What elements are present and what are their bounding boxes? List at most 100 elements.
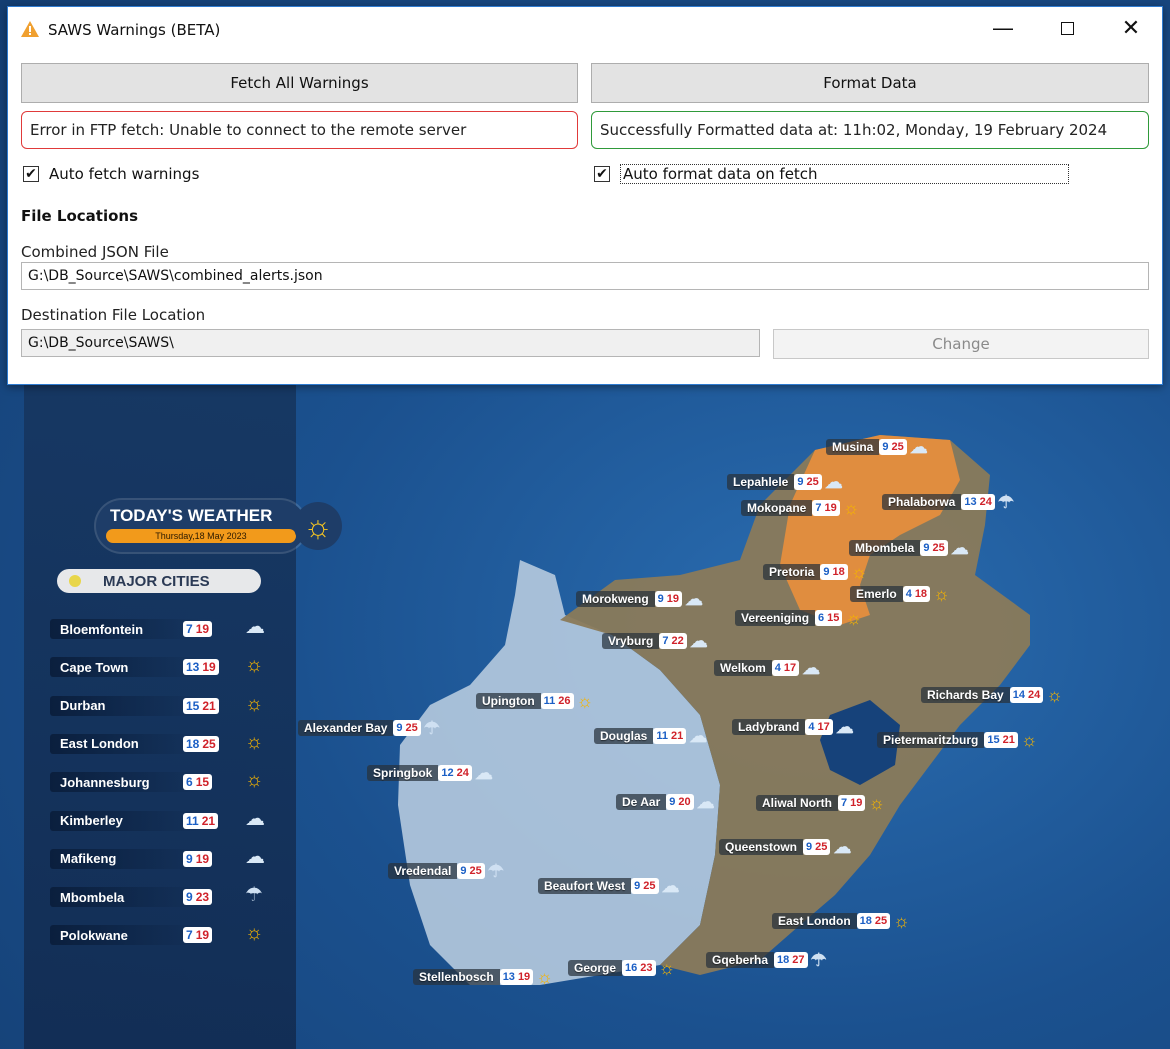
city-name: Cape Town bbox=[60, 659, 129, 675]
sun-icon: ☼ bbox=[245, 730, 264, 753]
min-temp: 9 bbox=[923, 541, 930, 554]
temperature-badge: 11 21 bbox=[653, 727, 687, 744]
max-temp: 25 bbox=[806, 475, 819, 488]
map-city-label: Welkom 4 17 ☁ bbox=[714, 659, 820, 677]
min-temp: 4 bbox=[774, 661, 781, 674]
change-button[interactable]: Change bbox=[773, 329, 1149, 359]
min-temp: 18 bbox=[186, 736, 200, 751]
major-city-row: Mafikeng 9 19 ☁ bbox=[50, 847, 270, 871]
min-temp: 7 bbox=[841, 796, 848, 809]
min-temp: 9 bbox=[797, 475, 804, 488]
city-name: Alexander Bay bbox=[298, 719, 394, 736]
minimize-button[interactable]: ― bbox=[972, 7, 1034, 49]
map-city-label: Upington 11 26 ☼ bbox=[476, 692, 593, 710]
checkbox-check-icon[interactable]: ✔ bbox=[594, 166, 610, 182]
auto-format-checkbox[interactable]: ✔ Auto format data on fetch bbox=[594, 164, 1069, 184]
city-name: De Aar bbox=[616, 793, 667, 810]
city-name: Musina bbox=[826, 438, 880, 455]
max-temp: 18 bbox=[832, 565, 845, 578]
city-name: Phalaborwa bbox=[882, 493, 962, 510]
max-temp: 22 bbox=[671, 634, 684, 647]
city-name: Beaufort West bbox=[538, 877, 632, 894]
map-city-label: Douglas 11 21 ☁ bbox=[594, 727, 707, 745]
min-temp: 15 bbox=[186, 698, 200, 713]
temperature-badge: 15 21 bbox=[984, 731, 1018, 748]
map-city-label: De Aar 9 20 ☁ bbox=[616, 793, 715, 811]
map-city-label: Pietermaritzburg 15 21 ☼ bbox=[877, 731, 1037, 749]
city-name: Queenstown bbox=[719, 838, 804, 855]
sun-icon: ☼ bbox=[850, 561, 868, 582]
map-city-label: Queenstown 9 25 ☁ bbox=[719, 838, 851, 856]
close-button[interactable]: ✕ bbox=[1100, 7, 1162, 49]
checkbox-check-icon[interactable]: ✔ bbox=[23, 166, 39, 182]
city-name: Mafikeng bbox=[60, 851, 117, 867]
city-name: Ladybrand bbox=[732, 718, 806, 735]
map-city-label: Richards Bay 14 24 ☼ bbox=[921, 686, 1063, 704]
map-city-label: Phalaborwa 13 24 ☂ bbox=[882, 491, 1014, 512]
max-temp: 24 bbox=[979, 495, 992, 508]
max-temp: 25 bbox=[874, 914, 888, 927]
map-city-label: Vredendal 9 25 ☂ bbox=[388, 862, 504, 880]
min-temp: 7 bbox=[186, 928, 193, 943]
map-city-label: Springbok 12 24 ☁ bbox=[367, 762, 493, 783]
min-temp: 11 bbox=[186, 813, 199, 828]
sun-icon: ☼ bbox=[245, 769, 264, 792]
map-city-label: Vryburg 7 22 ☁ bbox=[602, 632, 708, 650]
file-locations-heading: File Locations bbox=[21, 207, 139, 225]
min-temp: 9 bbox=[186, 890, 193, 905]
rain-icon: ☂ bbox=[997, 491, 1014, 512]
min-temp: 7 bbox=[815, 501, 822, 514]
city-name: East London bbox=[772, 912, 857, 929]
sun-icon: ☼ bbox=[294, 502, 342, 550]
temperature-badge: 15 21 bbox=[183, 697, 219, 714]
max-temp: 21 bbox=[1002, 733, 1015, 746]
temperature-badge: 9 25 bbox=[457, 862, 485, 879]
min-temp: 12 bbox=[441, 766, 454, 779]
auto-fetch-checkbox[interactable]: ✔ Auto fetch warnings bbox=[23, 164, 199, 184]
max-temp: 19 bbox=[824, 501, 837, 514]
temperature-badge: 12 24 bbox=[438, 764, 472, 781]
max-temp: 19 bbox=[202, 660, 216, 675]
map-city-label: Musina 9 25 ☁ bbox=[826, 438, 928, 456]
min-temp: 7 bbox=[186, 622, 193, 636]
title-bar[interactable]: SAWS Warnings (BETA) ― ✕ bbox=[8, 7, 1162, 49]
min-temp: 9 bbox=[634, 879, 641, 892]
max-temp: 15 bbox=[195, 775, 210, 790]
min-temp: 9 bbox=[396, 721, 403, 734]
min-temp: 11 bbox=[656, 729, 668, 742]
max-temp: 21 bbox=[670, 729, 684, 742]
destination-label: Destination File Location bbox=[21, 306, 206, 324]
city-name: Stellenbosch bbox=[413, 968, 500, 985]
todays-weather-badge: TODAY'S WEATHER Thursday,18 May 2023 ☼ bbox=[96, 500, 342, 552]
sun-icon: ☼ bbox=[245, 654, 264, 677]
map-city-label: Mbombela 9 25 ☁ bbox=[849, 537, 969, 558]
temperature-badge: 7 22 bbox=[659, 632, 687, 649]
format-data-button[interactable]: Format Data bbox=[591, 63, 1149, 103]
city-name: Kimberley bbox=[60, 813, 123, 828]
cloud-icon: ☁ bbox=[950, 537, 969, 558]
city-name: Vredendal bbox=[388, 862, 458, 879]
major-city-row: Kimberley 11 21 ☁ bbox=[50, 809, 270, 833]
fetch-all-warnings-button[interactable]: Fetch All Warnings bbox=[21, 63, 578, 103]
sun-icon: ☼ bbox=[842, 497, 860, 518]
temperature-badge: 9 18 bbox=[820, 563, 848, 580]
map-city-label: George 16 23 ☼ bbox=[568, 959, 675, 977]
temperature-badge: 9 19 bbox=[654, 590, 683, 607]
max-temp: 17 bbox=[783, 661, 797, 674]
dot-icon bbox=[69, 575, 81, 587]
max-temp: 24 bbox=[456, 766, 469, 779]
cloud-icon: ☁ bbox=[824, 471, 843, 492]
todays-weather-date: Thursday,18 May 2023 bbox=[106, 529, 296, 543]
combined-json-input[interactable]: G:\DB_Source\SAWS\combined_alerts.json bbox=[21, 262, 1149, 290]
city-name: Springbok bbox=[367, 764, 439, 781]
destination-path-input[interactable]: G:\DB_Source\SAWS\ bbox=[21, 329, 760, 357]
cloud-icon: ☁ bbox=[474, 762, 493, 783]
city-name: Upington bbox=[476, 692, 541, 709]
max-temp: 27 bbox=[792, 953, 805, 966]
city-name: Morokweng bbox=[576, 590, 655, 607]
max-temp: 17 bbox=[817, 720, 830, 733]
map-city-label: Ladybrand 4 17 ☁ bbox=[732, 718, 854, 736]
min-temp: 15 bbox=[987, 733, 1000, 746]
maximize-button[interactable] bbox=[1036, 7, 1098, 49]
cloud-icon: ☁ bbox=[245, 807, 265, 830]
